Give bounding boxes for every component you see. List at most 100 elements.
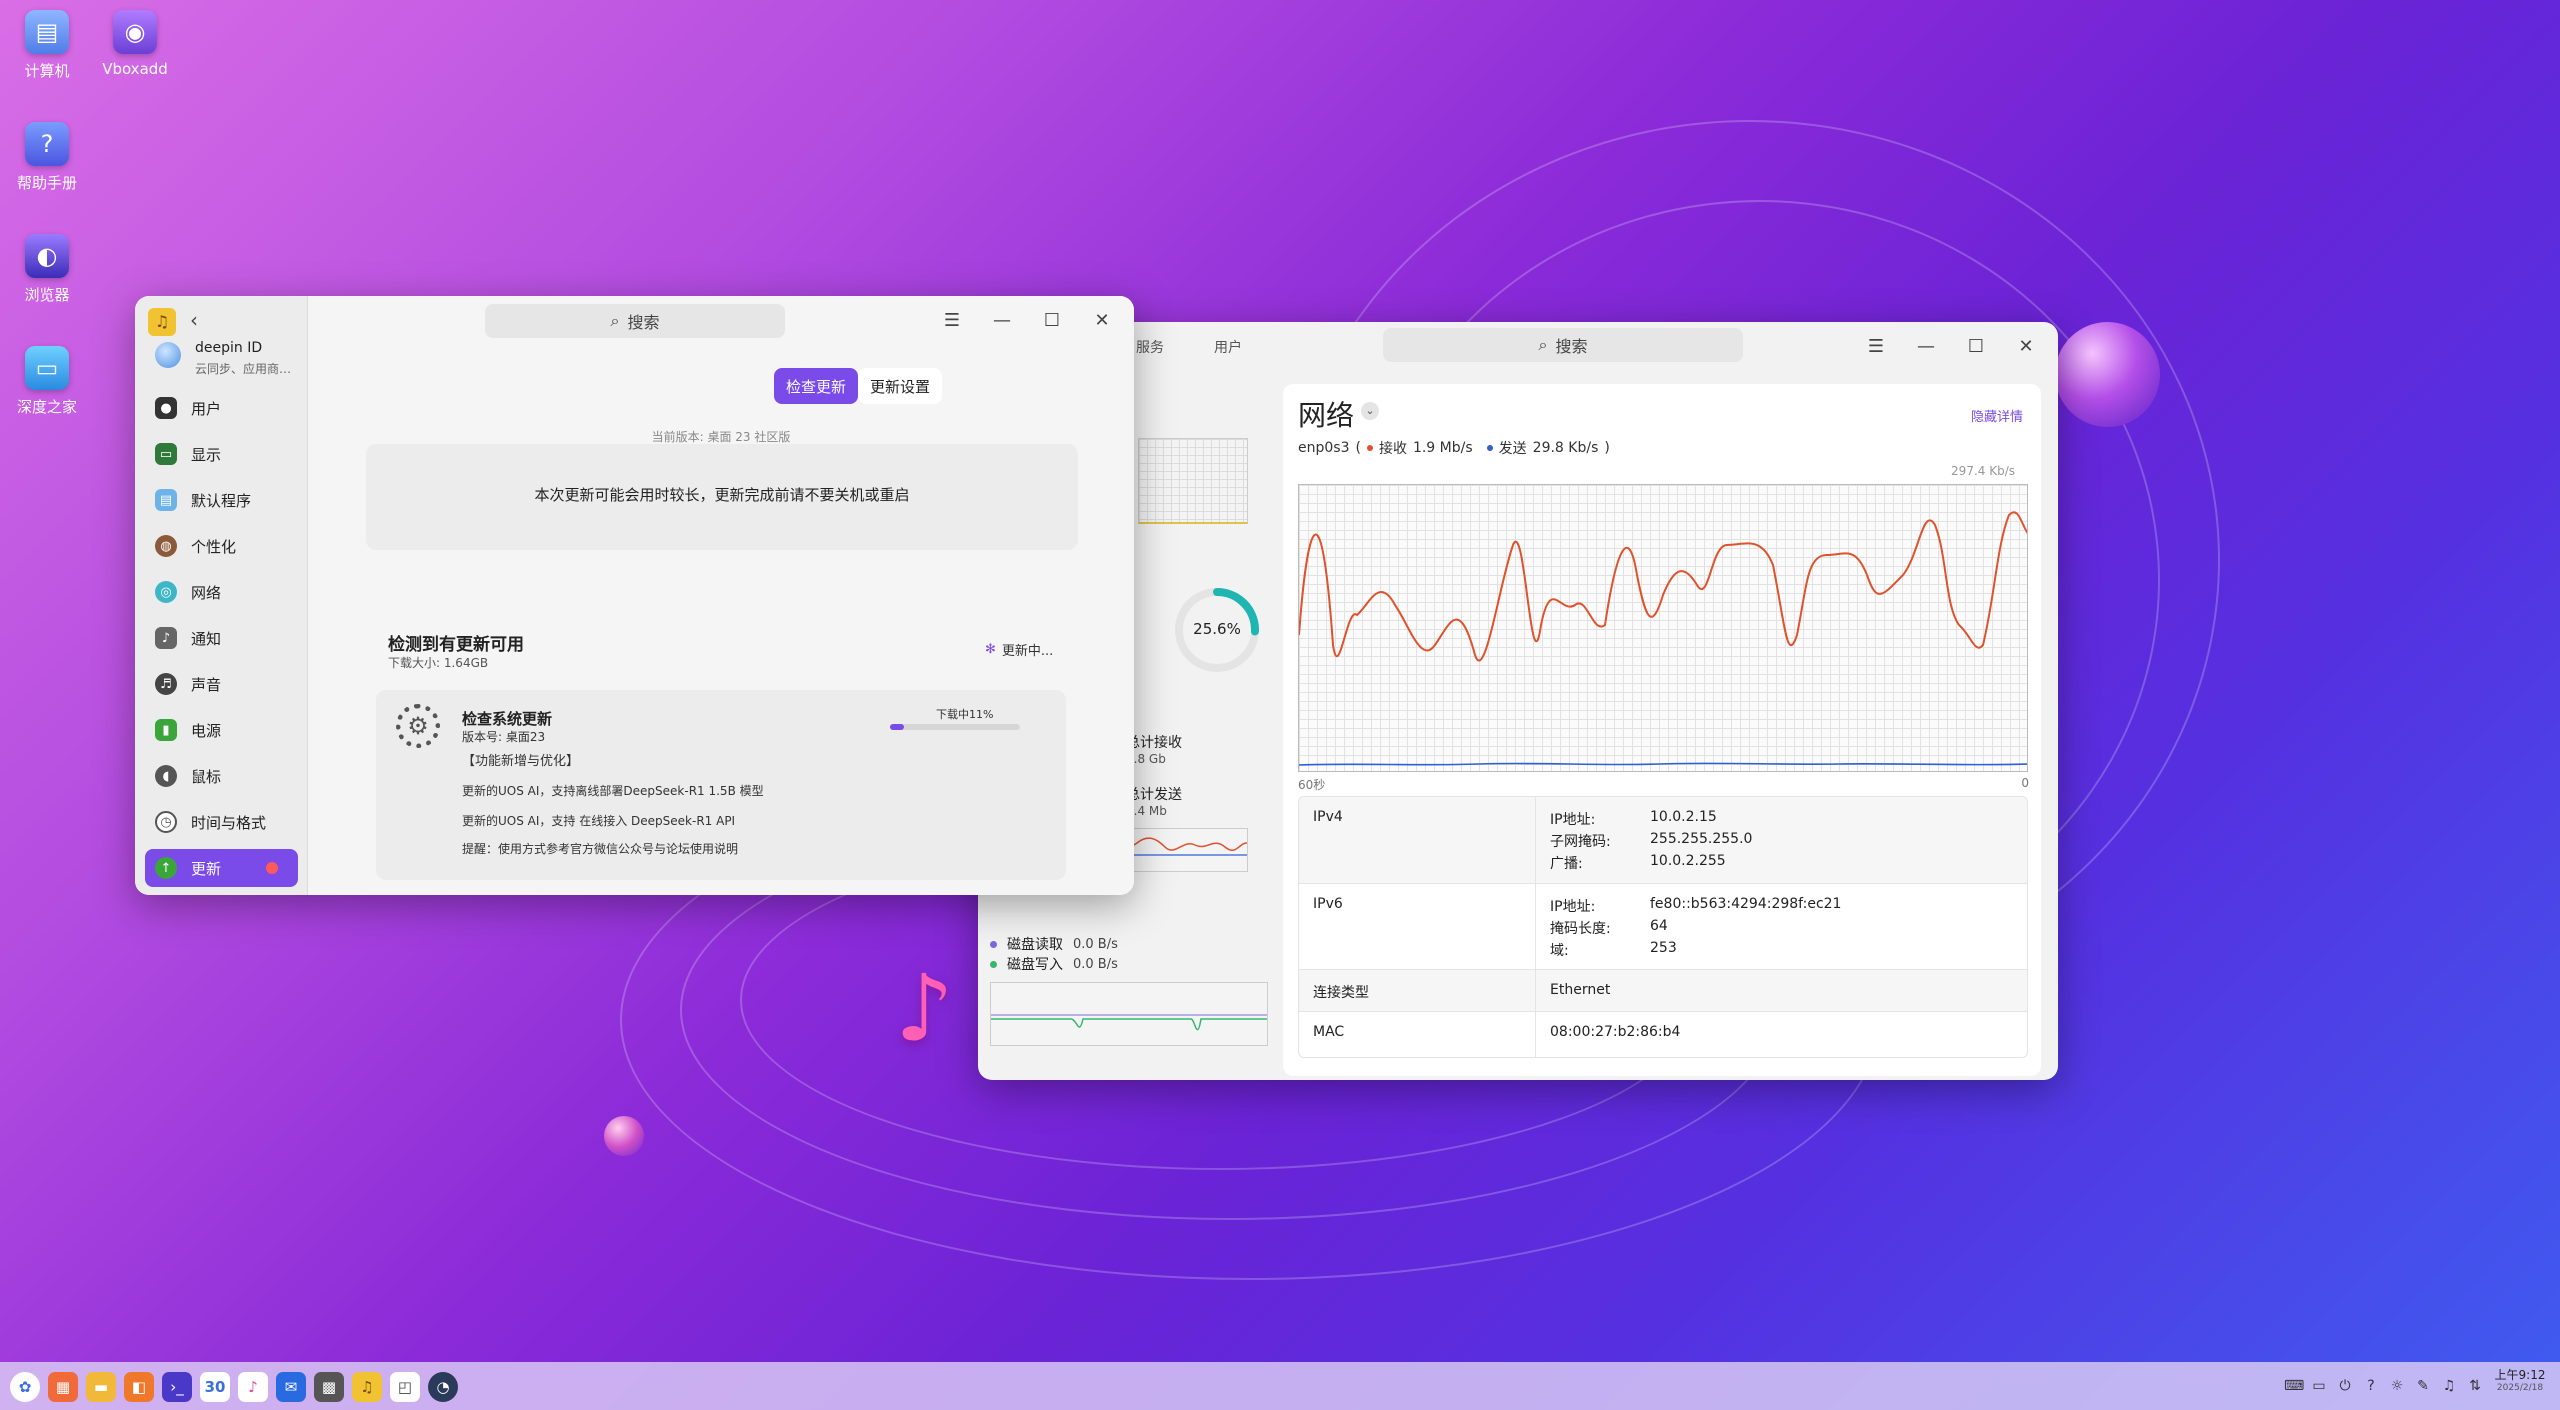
desktop-icon-label: Vboxadd <box>102 60 168 78</box>
disk-read-label: 磁盘读取 <box>1007 937 1063 953</box>
control-center-icon[interactable]: ♫ <box>352 1372 382 1402</box>
maximize-icon[interactable]: ☐ <box>1030 302 1074 338</box>
tab-update-settings[interactable]: 更新设置 <box>858 368 943 404</box>
system-monitor-icon[interactable]: ◔ <box>428 1372 458 1402</box>
sidebar-item-update[interactable]: ↑ 更新 <box>145 849 298 887</box>
battery-tray-icon[interactable]: ▭ <box>2310 1377 2328 1395</box>
sidebar-item-label: 更新 <box>191 859 222 878</box>
maximize-icon[interactable]: ☐ <box>1954 328 1998 364</box>
disk-mini-chart <box>990 982 1268 1046</box>
sidebar-item-time-format[interactable]: ◷ 时间与格式 <box>145 803 298 841</box>
app-store-icon[interactable]: ◧ <box>124 1372 154 1402</box>
personalization-icon: ◍ <box>155 535 177 557</box>
menu-icon[interactable]: ☰ <box>930 302 974 338</box>
sidebar-item-label: 电源 <box>191 721 222 740</box>
cc-search-input[interactable]: ⌕ 搜索 <box>485 304 785 338</box>
info-value: 255.255.255.0 <box>1650 831 1753 847</box>
power-icon[interactable]: ⏻ <box>2336 1377 2354 1395</box>
info-value-column: Ethernet <box>1535 970 1610 1011</box>
desktop-icon-browser[interactable]: ◐ 浏览器 <box>0 234 97 305</box>
info-subkey: IP地址: <box>1550 899 1596 915</box>
info-key: IPv6 <box>1313 896 1343 912</box>
brightness-icon[interactable]: ☼ <box>2388 1377 2406 1395</box>
notification-bell-icon: ♪ <box>155 627 177 649</box>
screen-capture-icon[interactable]: ◰ <box>390 1372 420 1402</box>
disk-write-value: 0.0 B/s <box>1073 956 1118 972</box>
info-subkey: 广播: <box>1550 856 1583 872</box>
file-manager-icon[interactable]: ▬ <box>86 1372 116 1402</box>
app-logo-icon: ♫ <box>148 308 176 336</box>
sidebar-item-default-apps[interactable]: ▤ 默认程序 <box>145 481 298 519</box>
network-dropdown-chevron-icon[interactable]: ⌄ <box>1361 402 1379 420</box>
minimize-icon[interactable]: — <box>980 302 1024 338</box>
desktop-icon-deepin-home[interactable]: ▭ 深度之家 <box>0 346 97 417</box>
info-value: Ethernet <box>1550 982 1611 998</box>
desktop-icon-vboxadd[interactable]: ◉ Vboxadd <box>85 10 185 78</box>
sidebar-item-label: 显示 <box>191 445 222 464</box>
tray-clock[interactable]: 上午9:12 2025/2/18 <box>2492 1366 2548 1393</box>
taskbar: ✿ ▦ ▬ ◧ ›_ 30 ♪ ✉ ▩ ♫ ◰ ◔ ⌨ ▭ ⏻ ? ☼ ✎ ♫ … <box>0 1362 2560 1410</box>
sidebar-item-display[interactable]: ▭ 显示 <box>145 435 298 473</box>
sidebar-item-notification[interactable]: ♪ 通知 <box>145 619 298 657</box>
display-icon: ▭ <box>155 443 177 465</box>
close-icon[interactable]: ✕ <box>1080 302 1124 338</box>
disk-write-dot <box>990 960 997 968</box>
close-icon[interactable]: ✕ <box>2004 328 2048 364</box>
legend-paren: ( <box>1355 440 1361 456</box>
sidebar-item-sound[interactable]: ♬ 声音 <box>145 665 298 703</box>
back-arrow-icon[interactable]: ‹ <box>190 308 198 332</box>
calendar-icon[interactable]: 30 <box>200 1372 230 1402</box>
network-tray-icon[interactable]: ⇅ <box>2466 1377 2484 1395</box>
minimize-icon[interactable]: — <box>1904 328 1948 364</box>
mail-icon[interactable]: ✉ <box>276 1372 306 1402</box>
multitask-view-icon[interactable]: ▦ <box>48 1372 78 1402</box>
info-row-mac: MAC 08:00:27:b2:86:b4 <box>1299 1011 2027 1057</box>
sidebar-item-label: 通知 <box>191 629 222 648</box>
keyboard-icon[interactable]: ⌨ <box>2284 1377 2304 1395</box>
sidebar-item-label: 个性化 <box>191 537 237 556</box>
music-player-icon[interactable]: ♪ <box>238 1372 268 1402</box>
desktop-icon-computer[interactable]: ▤ 计算机 <box>0 10 97 81</box>
desktop-icon-help[interactable]: ? 帮助手册 <box>0 122 97 193</box>
network-legend: enp0s3 ( 接收 1.9 Mb/s 发送 29.8 Kb/s ) <box>1298 438 1610 458</box>
terminal-icon[interactable]: ›_ <box>162 1372 192 1402</box>
spinner-icon: ✻ <box>985 642 996 657</box>
sidebar-item-label: 声音 <box>191 675 222 694</box>
pen-icon[interactable]: ✎ <box>2414 1377 2432 1395</box>
sidebar-item-network[interactable]: ◎ 网络 <box>145 573 298 611</box>
info-value: 08:00:27:b2:86:b4 <box>1550 1024 1681 1040</box>
changelog-line: 更新的UOS AI，支持离线部署DeepSeek-R1 1.5B 模型 <box>462 784 764 798</box>
info-key: IPv4 <box>1313 809 1343 825</box>
monitor-search-input[interactable]: ⌕ 搜索 <box>1383 328 1743 362</box>
deepin-id-account[interactable]: deepin ID 云同步、应用商… <box>155 340 305 380</box>
download-progress-label: 下载中11% <box>936 708 994 721</box>
wallpaper-sphere <box>604 1116 644 1156</box>
network-detail-panel: 网络 ⌄ 隐藏详情 enp0s3 ( 接收 1.9 Mb/s 发送 29.8 K… <box>1283 384 2041 1076</box>
help-tray-icon[interactable]: ? <box>2362 1377 2380 1395</box>
calculator-icon[interactable]: ▩ <box>314 1372 344 1402</box>
network-globe-icon: ◎ <box>155 581 177 603</box>
legend-paren: ) <box>1604 440 1610 456</box>
sidebar-item-power[interactable]: ▮ 电源 <box>145 711 298 749</box>
send-value: 29.8 Kb/s <box>1532 440 1599 456</box>
sidebar-item-label: 时间与格式 <box>191 813 267 832</box>
menu-icon[interactable]: ☰ <box>1854 328 1898 364</box>
monitor-tab-users[interactable]: 用户 <box>1214 337 1242 357</box>
sidebar-item-user[interactable]: ● 用户 <box>145 389 298 427</box>
available-title: 检测到有更新可用 <box>388 635 524 655</box>
music-note-icon: ♪ <box>895 955 954 1062</box>
launcher-icon[interactable]: ✿ <box>10 1372 40 1402</box>
sidebar-item-label: 用户 <box>191 399 222 418</box>
tab-check-updates[interactable]: 检查更新 <box>774 368 859 404</box>
monitor-titlebar: 服务 用户 ⌕ 搜索 ☰ — ☐ ✕ <box>978 322 2058 370</box>
disk-write-row: 磁盘写入 0.0 B/s <box>990 954 1118 974</box>
hide-details-link[interactable]: 隐藏详情 <box>1971 406 2023 425</box>
sidebar-item-personalization[interactable]: ◍ 个性化 <box>145 527 298 565</box>
search-icon: ⌕ <box>610 311 620 330</box>
search-placeholder: 搜索 <box>1555 337 1588 356</box>
volume-icon[interactable]: ♫ <box>2440 1377 2458 1395</box>
current-version: 当前版本: 桌面 23 社区版 <box>651 430 791 444</box>
tray-date: 2025/2/18 <box>2496 1383 2544 1393</box>
sidebar-item-mouse[interactable]: ◖ 鼠标 <box>145 757 298 795</box>
monitor-tab-services[interactable]: 服务 <box>1136 337 1164 357</box>
